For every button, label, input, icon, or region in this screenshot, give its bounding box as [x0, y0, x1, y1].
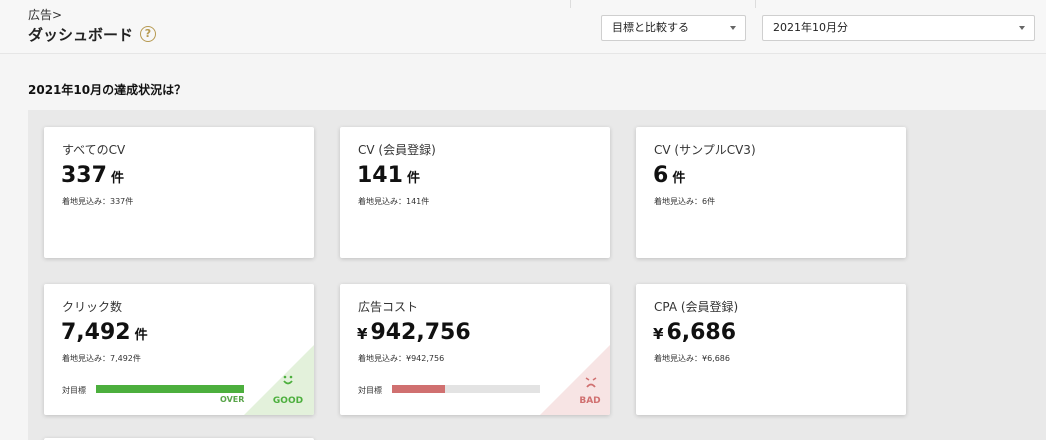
value-unit: 件	[134, 328, 148, 343]
compare-select[interactable]: 目標と比較する	[601, 15, 746, 41]
divider	[570, 0, 571, 8]
value-number: 7,492	[61, 320, 131, 345]
breadcrumb[interactable]: 広告>	[28, 6, 62, 23]
card-forecast: 着地見込み：6件	[654, 197, 716, 206]
over-label: OVER	[220, 395, 245, 404]
card-value: 7,492 件	[61, 320, 148, 345]
card-forecast: 着地見込み：337件	[62, 197, 134, 206]
card-forecast: 着地見込み：7,492件	[62, 354, 141, 363]
section-title: 2021年10月の達成状況は？	[28, 83, 187, 97]
target-label: 対目標	[358, 386, 382, 395]
card-label: 広告コスト	[358, 300, 419, 314]
card-value: 6件	[653, 163, 685, 188]
card-label: CV (会員登録)	[358, 143, 436, 157]
caret-down-icon	[1019, 26, 1025, 30]
value-number: 337	[61, 163, 107, 188]
kpi-panel: すべてのCV 337 件 着地見込み：337件 CV (会員登録) 141 件 着地…	[28, 110, 1046, 440]
progress-bar	[392, 385, 540, 393]
card-value: ¥942,756	[357, 320, 471, 345]
card-label: CPA (会員登録)	[654, 300, 739, 314]
kpi-card-ad-cost[interactable]: 広告コスト ¥942,756 着地見込み：¥942,756 対目標 BAD	[340, 284, 610, 415]
kpi-card-cv-member[interactable]: CV (会員登録) 141 件 着地見込み：141件	[340, 127, 610, 258]
caret-down-icon	[730, 26, 736, 30]
frown-face-icon	[585, 377, 597, 388]
header-bar: 広告> ダッシュボード ? 目標と比較する 2021年10月分	[0, 0, 1046, 54]
value-unit: 件	[406, 171, 420, 186]
value-unit: 件	[672, 171, 686, 186]
card-value: 337 件	[61, 163, 124, 188]
card-forecast: 着地見込み：¥6,686	[654, 354, 730, 363]
month-select[interactable]: 2021年10月分	[762, 15, 1035, 41]
progress-bar	[96, 385, 244, 393]
target-label: 対目標	[62, 386, 86, 395]
card-forecast: 着地見込み：141件	[358, 197, 430, 206]
smile-face-icon	[273, 374, 303, 391]
value-unit: 件	[110, 171, 124, 186]
card-label: CV (サンプルCV3)	[654, 143, 756, 157]
page-title: ダッシュボード	[28, 26, 134, 44]
kpi-card-clicks[interactable]: クリック数 7,492 件 着地見込み：7,492件 対目標 OVER GOOD	[44, 284, 314, 415]
compare-select-value: 目標と比較する	[612, 21, 689, 34]
card-label: クリック数	[62, 300, 123, 314]
value-number: 6,686	[666, 320, 737, 345]
frown-face-icon	[576, 376, 606, 393]
value-number: 942,756	[370, 320, 471, 345]
kpi-card-cv-sample3[interactable]: CV (サンプルCV3) 6件 着地見込み：6件	[636, 127, 906, 258]
value-number: 141	[357, 163, 403, 188]
month-select-value: 2021年10月分	[773, 21, 848, 34]
card-value: ¥6,686	[653, 320, 736, 345]
progress-fill	[392, 385, 446, 393]
progress-fill	[96, 385, 244, 393]
divider	[755, 0, 756, 8]
currency-symbol: ¥	[653, 325, 664, 343]
kpi-card-cpa[interactable]: CPA (会員登録) ¥6,686 着地見込み：¥6,686	[636, 284, 906, 415]
kpi-card-all-cv[interactable]: すべてのCV 337 件 着地見込み：337件	[44, 127, 314, 258]
card-value: 141 件	[357, 163, 420, 188]
verdict-bad: BAD	[579, 396, 601, 406]
question-circle-icon[interactable]: ?	[140, 26, 156, 42]
currency-symbol: ¥	[357, 325, 368, 343]
card-forecast: 着地見込み：¥942,756	[358, 354, 445, 363]
smile-face-icon	[283, 375, 293, 385]
verdict-good: GOOD	[272, 396, 304, 406]
value-number: 6	[653, 163, 669, 188]
card-label: すべてのCV	[62, 143, 126, 157]
